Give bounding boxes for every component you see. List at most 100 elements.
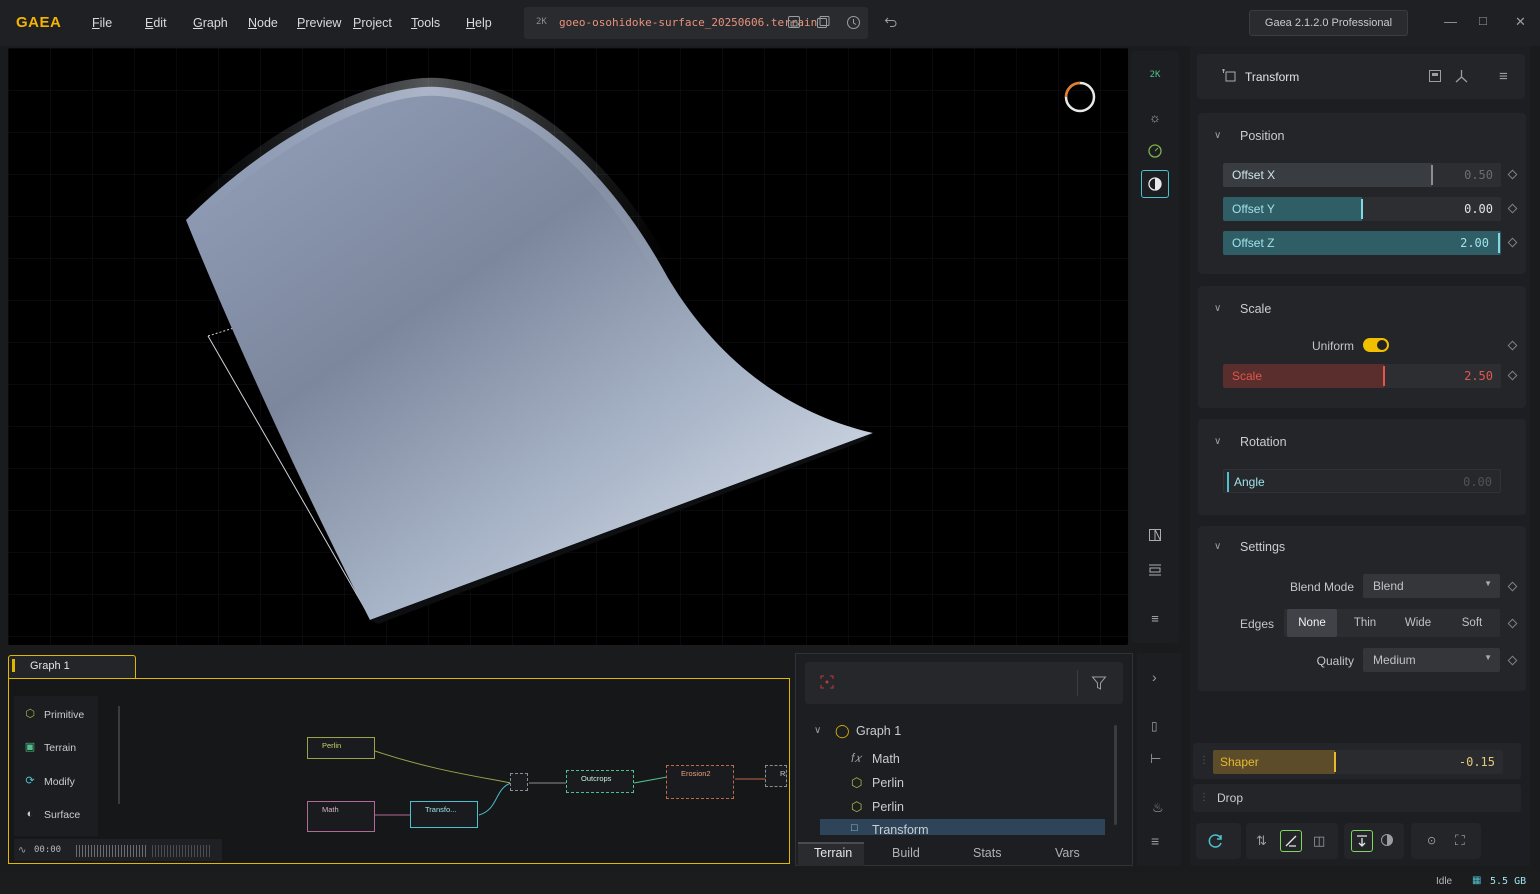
curve-icon[interactable] xyxy=(1280,830,1302,852)
drag-handle-icon[interactable]: ⋮ xyxy=(1199,792,1209,803)
tab-build[interactable]: Build xyxy=(892,846,920,860)
import-icon[interactable] xyxy=(1351,830,1373,852)
tree-item-transform[interactable]: Transform xyxy=(872,823,929,837)
chevron-down-icon[interactable]: ∨ xyxy=(1214,303,1221,314)
save-icon[interactable] xyxy=(786,15,802,31)
maximize-icon[interactable]: □ xyxy=(1479,13,1487,28)
menu-edit[interactable]: Edit xyxy=(145,16,167,30)
menu-help[interactable]: Help xyxy=(466,16,492,30)
drag-handle-icon[interactable]: ⋮ xyxy=(1199,755,1209,766)
3d-viewport[interactable] xyxy=(8,48,1128,645)
tab-terrain[interactable]: Terrain xyxy=(814,846,852,860)
resolution-toggle[interactable]: 2K xyxy=(1141,61,1169,89)
scale-title[interactable]: Scale xyxy=(1240,302,1271,316)
tree-item-perlin[interactable]: Perlin xyxy=(872,776,904,790)
compare-icon[interactable] xyxy=(1141,521,1169,549)
layer-search[interactable] xyxy=(805,662,1123,704)
edges-soft[interactable]: Soft xyxy=(1446,609,1498,637)
shaper-slider[interactable]: Shaper -0.15 xyxy=(1213,750,1503,774)
category-surface[interactable]: ◐ Surface xyxy=(18,800,98,830)
gauge-icon[interactable] xyxy=(1141,137,1169,165)
angle-value: 0.00 xyxy=(1463,475,1492,489)
quality-dropdown[interactable]: Medium ▼ xyxy=(1363,648,1500,672)
menu-node[interactable]: Node xyxy=(248,16,278,30)
dropdown-arrow-icon: ▼ xyxy=(1484,579,1492,588)
menu-icon[interactable]: ≡ xyxy=(1141,605,1169,633)
menu-graph[interactable]: Graph xyxy=(193,16,228,30)
angle-label: Angle xyxy=(1234,475,1265,489)
chevron-right-icon[interactable]: › xyxy=(1152,669,1157,685)
node-erosion[interactable]: Erosion2 xyxy=(666,765,734,799)
settings-title[interactable]: Settings xyxy=(1240,540,1285,554)
chevron-down-icon[interactable]: ∨ xyxy=(814,725,821,736)
tree-root[interactable]: Graph 1 xyxy=(856,724,901,738)
divider xyxy=(1077,670,1078,696)
edges-none[interactable]: None xyxy=(1287,609,1337,637)
close-icon[interactable]: ✕ xyxy=(1515,14,1526,30)
graph-tab[interactable] xyxy=(8,655,136,679)
scale-slider[interactable]: Scale 2.50 xyxy=(1223,364,1501,388)
tree-item-math[interactable]: Math xyxy=(872,752,900,766)
project-filename[interactable]: goeo-osohidoke-surface_20250606.terrain xyxy=(559,16,817,29)
chevron-down-icon[interactable]: ∨ xyxy=(1214,130,1221,141)
scrollbar[interactable] xyxy=(118,706,120,804)
uniform-toggle[interactable] xyxy=(1363,338,1389,352)
minimize-icon[interactable]: — xyxy=(1444,14,1457,29)
category-modify[interactable]: ⟳ Modify xyxy=(18,767,98,797)
node-transform[interactable]: Transfo... xyxy=(410,801,478,828)
rotation-title[interactable]: Rotation xyxy=(1240,435,1287,449)
menu-preview[interactable]: Preview xyxy=(297,16,341,30)
save-as-icon[interactable] xyxy=(815,15,831,31)
category-terrain[interactable]: ▣ Terrain xyxy=(18,733,98,763)
filter-icon[interactable] xyxy=(1091,675,1107,694)
fire-icon[interactable]: ♨ xyxy=(1152,800,1164,816)
status-bar xyxy=(0,872,1540,894)
hamburger-icon[interactable]: ≡ xyxy=(1499,68,1508,85)
node-outcrops[interactable]: Outcrops xyxy=(566,770,634,793)
offset-x-slider[interactable]: Offset X 0.50 xyxy=(1223,163,1501,187)
scrollbar[interactable] xyxy=(1114,725,1117,825)
chevron-down-icon[interactable]: ∨ xyxy=(1214,436,1221,447)
tree-item-perlin[interactable]: Perlin xyxy=(872,800,904,814)
tree-item-selected[interactable] xyxy=(820,819,1105,835)
axis-icon[interactable] xyxy=(1454,69,1469,87)
angle-slider[interactable]: Angle 0.00 xyxy=(1223,469,1501,493)
blend-mode-dropdown[interactable]: Blend ▼ xyxy=(1363,574,1500,598)
menu-tools[interactable]: Tools xyxy=(411,16,440,30)
sun-icon[interactable]: ☼ xyxy=(1141,104,1169,132)
memory-icon: ▦ xyxy=(1472,875,1482,886)
split-icon[interactable]: ◫ xyxy=(1313,833,1325,849)
tab-vars[interactable]: Vars xyxy=(1055,846,1080,860)
bookmark-icon[interactable]: ▯ xyxy=(1151,719,1158,733)
shading-icon[interactable] xyxy=(1141,170,1169,198)
edges-wide[interactable]: Wide xyxy=(1393,609,1443,637)
contrast-icon[interactable] xyxy=(1380,833,1394,850)
tab-stats[interactable]: Stats xyxy=(973,846,1002,860)
chevron-down-icon[interactable]: ∨ xyxy=(1214,541,1221,552)
fullscreen-icon[interactable]: ⛶ xyxy=(1455,832,1465,849)
category-primitive[interactable]: ⬡ Primitive xyxy=(18,700,98,730)
layout-icon[interactable] xyxy=(1141,556,1169,584)
undo-icon[interactable] xyxy=(883,15,899,31)
offset-y-label: Offset Y xyxy=(1232,202,1275,216)
memory-usage: 5.5 GB xyxy=(1490,876,1527,887)
flip-icon[interactable]: ⇅ xyxy=(1256,833,1267,849)
edges-thin[interactable]: Thin xyxy=(1340,609,1390,637)
list-icon[interactable]: ≡ xyxy=(1151,833,1159,849)
history-icon[interactable] xyxy=(845,15,861,31)
node-perlin[interactable]: Perlin xyxy=(307,737,375,759)
tree-icon[interactable]: ⊢ xyxy=(1150,751,1161,767)
preview-icon[interactable] xyxy=(1428,69,1442,86)
menu-project[interactable]: Project xyxy=(353,16,392,30)
menu-file[interactable]: File xyxy=(92,16,112,30)
offset-y-slider[interactable]: Offset Y 0.00 xyxy=(1223,197,1501,221)
collapse-icon[interactable]: ⊙ xyxy=(1427,834,1436,847)
shaper-label: Shaper xyxy=(1220,755,1259,769)
position-title[interactable]: Position xyxy=(1240,129,1284,143)
node-math[interactable]: Math xyxy=(307,801,375,832)
refresh-add-icon[interactable] xyxy=(1208,833,1224,852)
node-combine[interactable] xyxy=(510,773,528,791)
focus-icon[interactable] xyxy=(820,675,834,692)
offset-z-slider[interactable]: Offset Z 2.00 xyxy=(1223,231,1501,255)
node-cut[interactable]: Ri xyxy=(765,765,787,787)
